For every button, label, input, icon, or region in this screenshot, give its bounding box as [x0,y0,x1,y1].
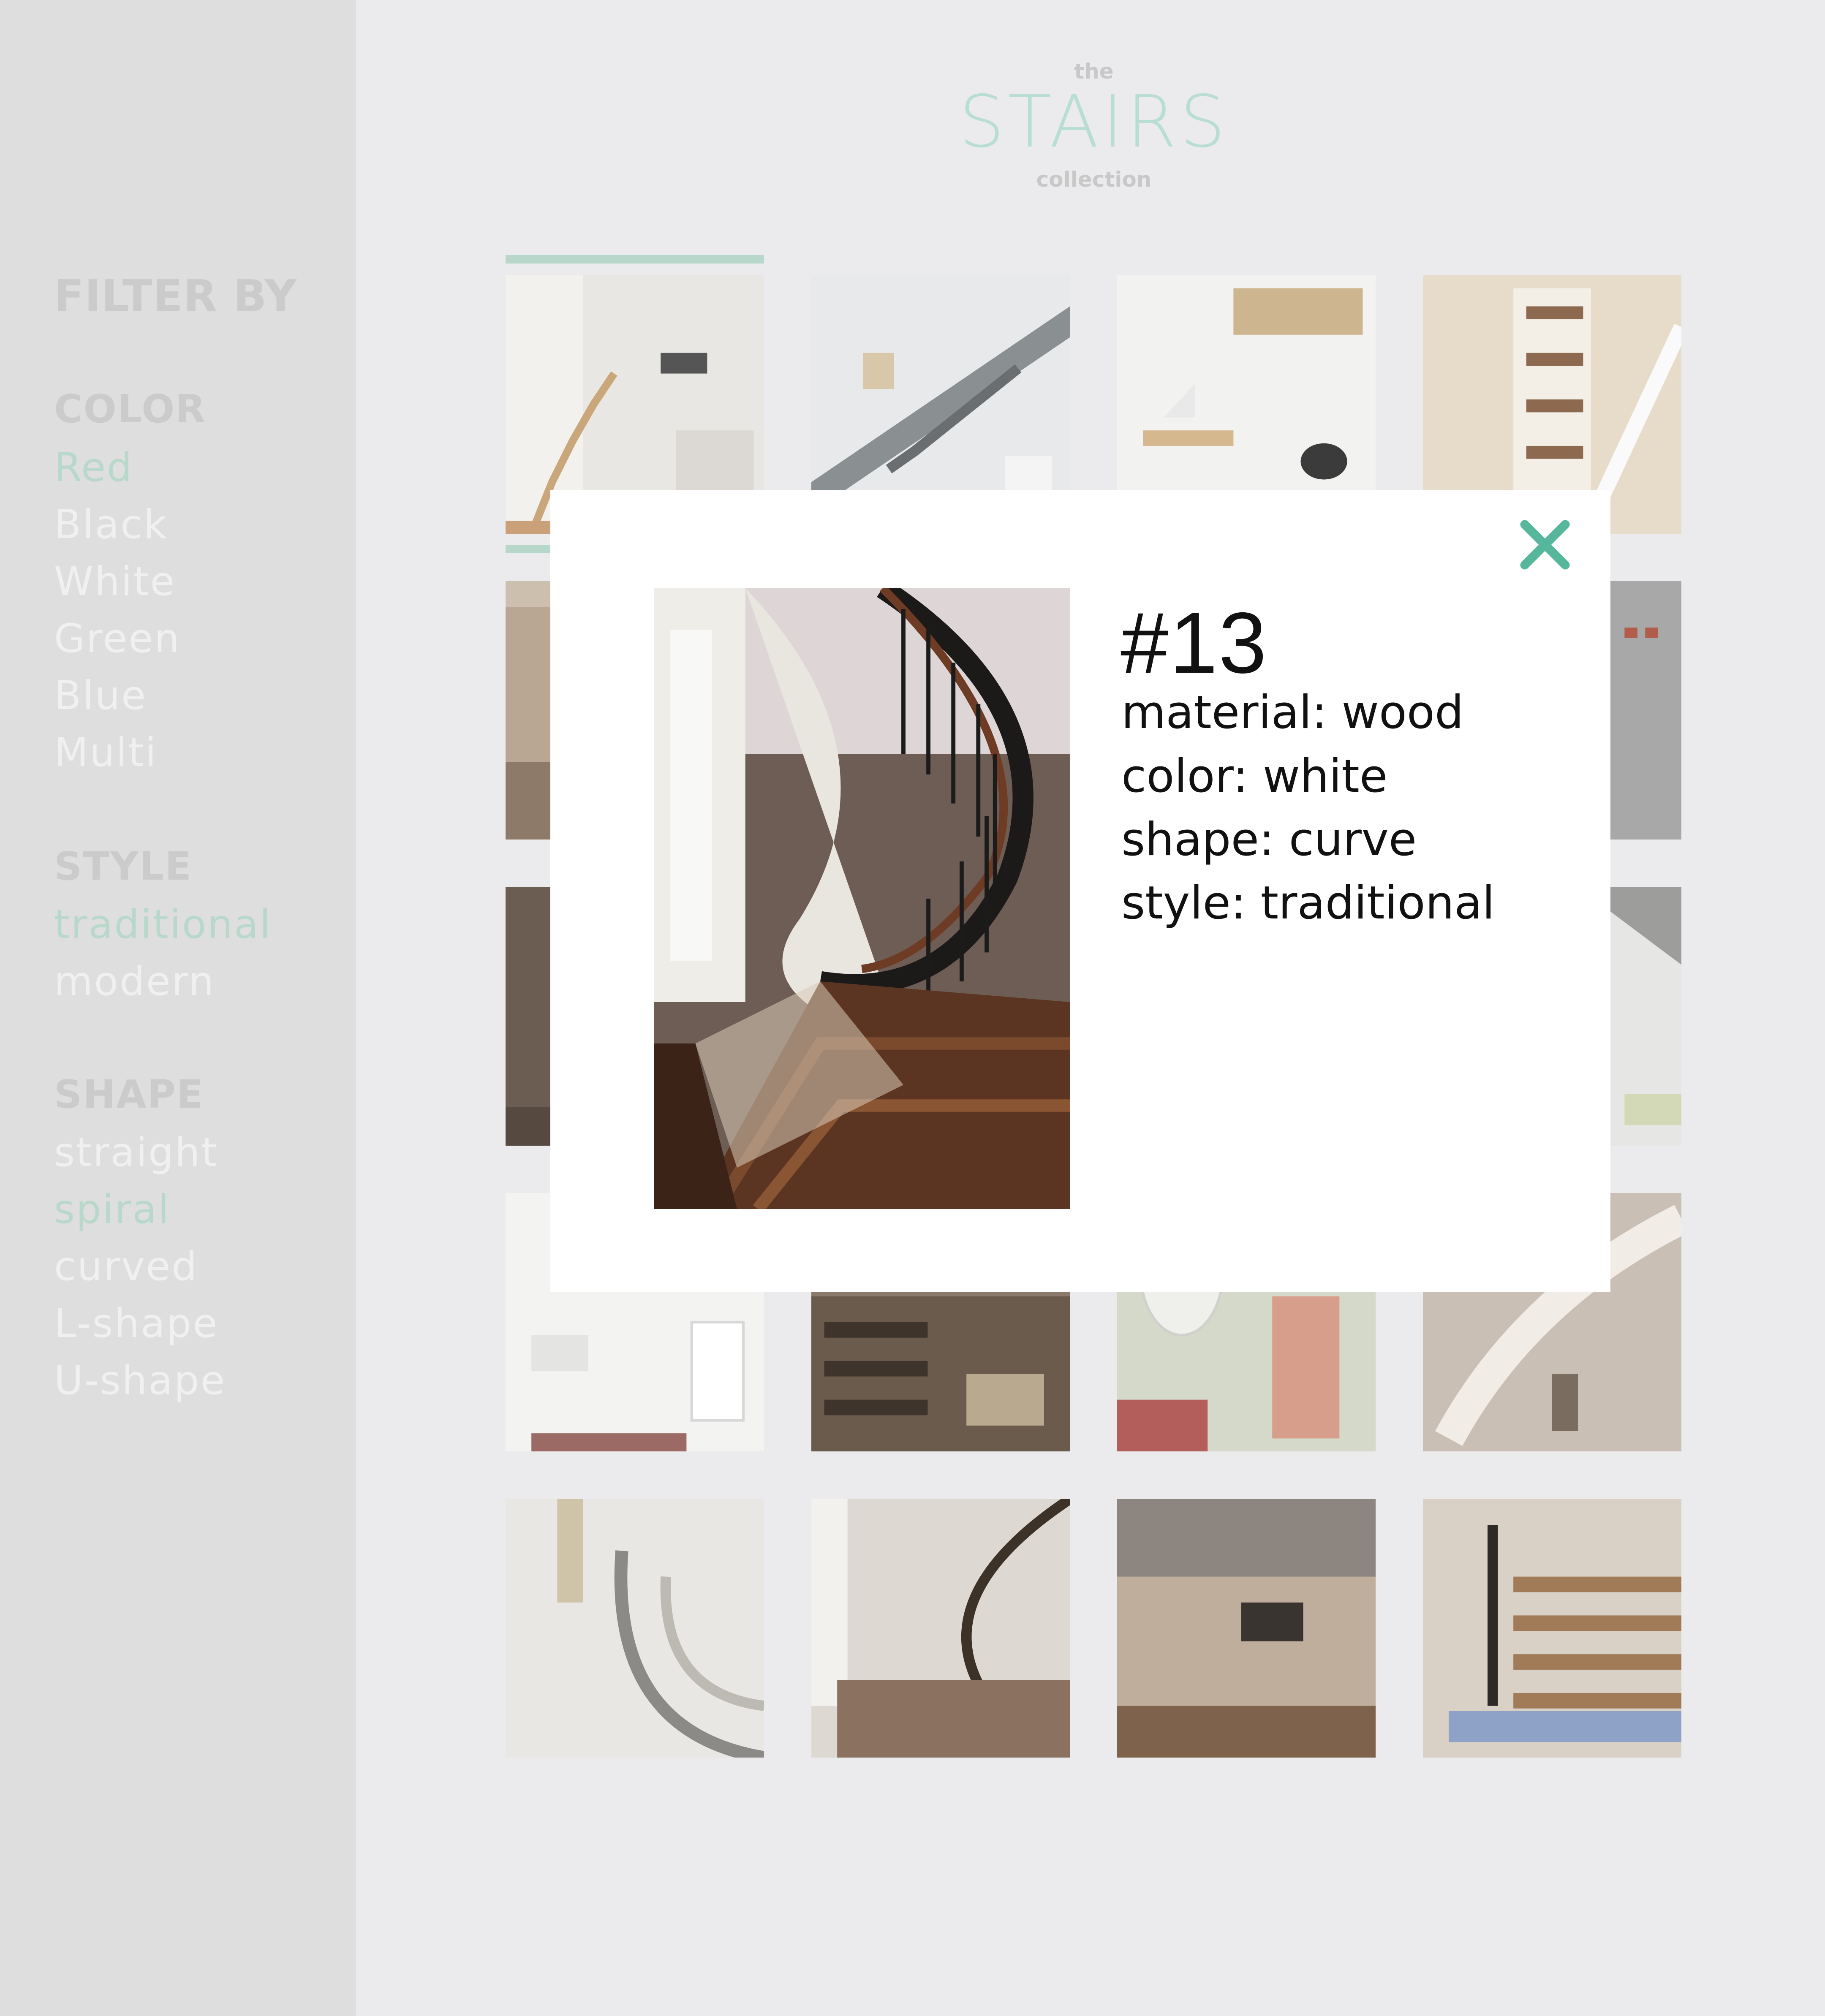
filter-option-traditional[interactable]: traditional [54,902,272,948]
filter-option-blue[interactable]: Blue [54,673,147,719]
stair-thumbnail[interactable] [506,1499,764,1758]
filter-option-l-shape[interactable]: L-shape [54,1301,218,1347]
close-button[interactable] [1513,513,1577,576]
stair-detail-image [654,588,1070,1209]
stair-thumbnail[interactable] [1423,1499,1681,1758]
filter-group-shape-title: SHAPE [54,1072,204,1117]
filter-option-modern[interactable]: modern [54,959,215,1005]
attribute-material: material: wood [1121,686,1464,739]
stair-thumbnail[interactable] [811,1499,1070,1758]
filter-option-red[interactable]: Red [54,445,133,491]
attribute-shape: shape: curve [1121,813,1417,866]
filter-option-spiral[interactable]: spiral [54,1187,170,1233]
filter-option-black[interactable]: Black [54,502,168,548]
tile-selected-bar [506,255,764,264]
attribute-color: color: white [1121,750,1388,803]
tile-selected-bar [506,545,556,553]
filter-option-u-shape[interactable]: U-shape [54,1358,226,1404]
filter-option-white[interactable]: White [54,559,176,605]
filter-heading: FILTER BY [54,270,297,322]
filter-sidebar: FILTER BY COLOR Red Black White Green Bl… [0,0,356,2016]
filter-group-color-title: COLOR [54,386,207,432]
logo-collection: collection [1036,167,1152,192]
stair-number: #13 [1121,595,1268,691]
close-icon [1520,520,1570,570]
logo-stairs: STAIRS [959,80,1229,164]
attribute-style: style: traditional [1121,877,1495,929]
filter-option-multi[interactable]: Multi [54,730,158,776]
filter-option-straight[interactable]: straight [54,1130,218,1176]
filter-option-curved[interactable]: curved [54,1244,198,1290]
stair-detail-modal: #13 material: wood color: white shape: c… [550,490,1610,1292]
filter-option-green[interactable]: Green [54,616,181,662]
stair-thumbnail[interactable] [1117,1499,1376,1758]
filter-group-style-title: STYLE [54,844,193,889]
